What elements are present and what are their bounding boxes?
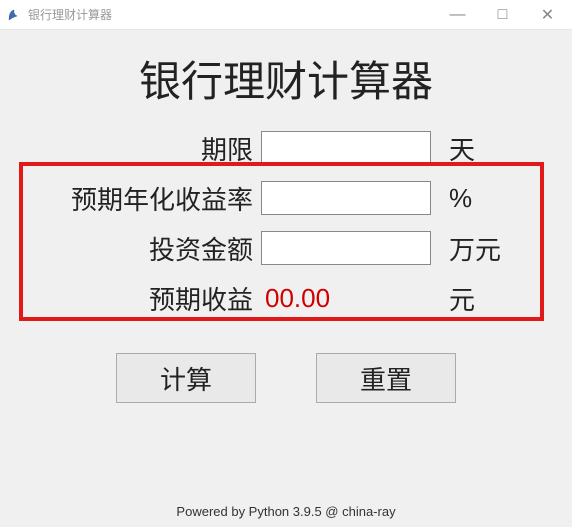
row-amount: 投资金额 万元 [36,223,536,273]
calc-button[interactable]: 计算 [116,353,256,403]
page-title: 银行理财计算器 [0,48,572,109]
input-period[interactable] [261,131,431,165]
maximize-button[interactable]: □ [480,1,525,29]
input-rate[interactable] [261,181,431,215]
unit-result: 元 [431,280,511,317]
window-title: 银行理财计算器 [28,6,435,23]
form-area: 期限 天 预期年化收益率 % 投资金额 万元 预期收益 00.00 元 [0,123,572,323]
input-amount[interactable] [261,231,431,265]
value-result: 00.00 [261,283,431,314]
minimize-button[interactable]: — [435,1,480,29]
unit-rate: % [431,183,511,214]
row-period: 期限 天 [36,123,536,173]
row-rate: 预期年化收益率 % [36,173,536,223]
close-button[interactable]: ✕ [525,1,570,29]
window-controls: — □ ✕ [435,1,570,29]
label-rate: 预期年化收益率 [36,180,261,217]
label-amount: 投资金额 [36,230,261,267]
row-result: 预期收益 00.00 元 [36,273,536,323]
footer-text: Powered by Python 3.9.5 @ china-ray [0,504,572,519]
titlebar: 银行理财计算器 — □ ✕ [0,0,572,30]
label-result: 预期收益 [36,280,261,317]
button-row: 计算 重置 [0,353,572,403]
reset-button[interactable]: 重置 [316,353,456,403]
unit-period: 天 [431,130,511,167]
label-period: 期限 [36,130,261,167]
app-icon [6,7,22,23]
unit-amount: 万元 [431,230,511,267]
client-area: 银行理财计算器 期限 天 预期年化收益率 % 投资金额 万元 预期收益 00.0… [0,30,572,527]
